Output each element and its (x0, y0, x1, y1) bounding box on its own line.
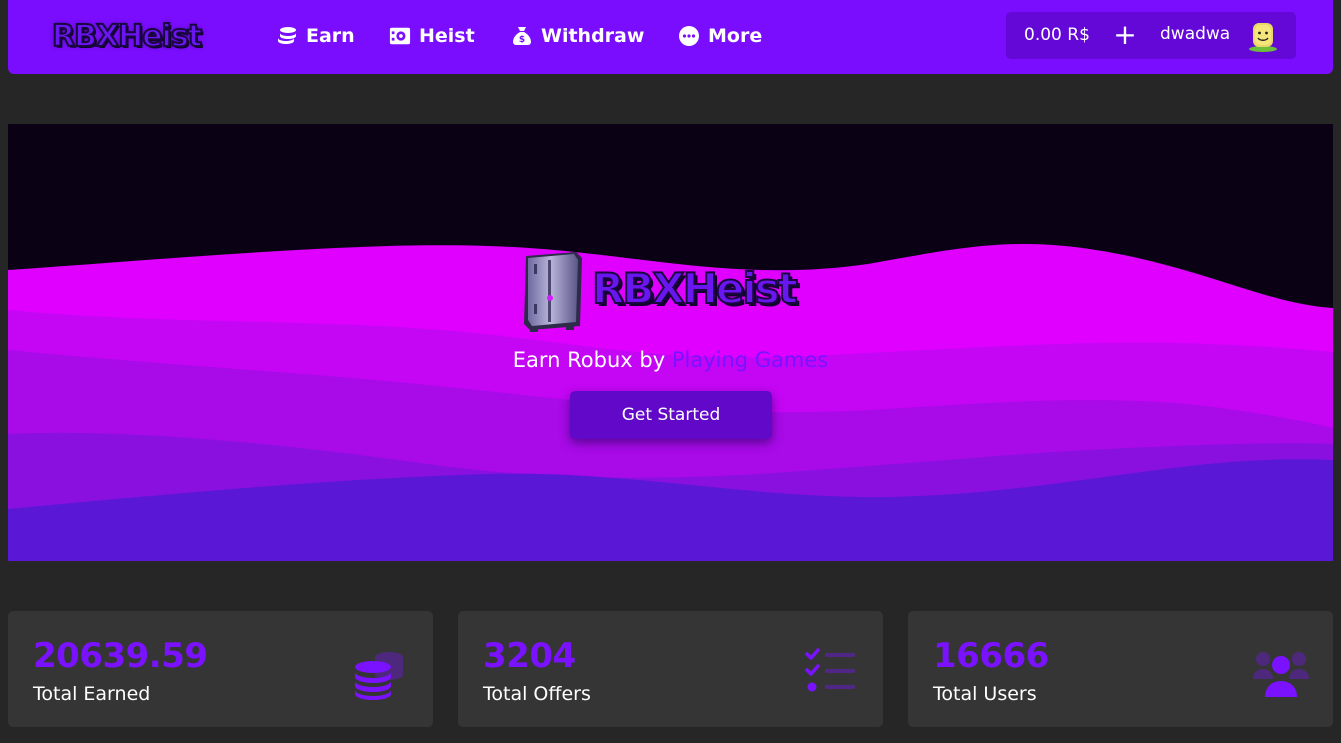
add-funds-button[interactable]: + (1112, 21, 1138, 49)
money-bag-icon: $ (511, 25, 533, 47)
stat-label: Total Users (933, 683, 1037, 705)
stat-card-total-earned: 20639.59 Total Earned (8, 611, 433, 727)
avatar-icon[interactable] (1247, 20, 1279, 52)
hero-tagline: Earn Robux by Playing Games (8, 348, 1333, 372)
stat-value: 3204 (483, 636, 576, 676)
get-started-button[interactable]: Get Started (570, 391, 772, 439)
brand-logo[interactable]: RBXHeist (51, 14, 238, 58)
hero-waves (8, 243, 1333, 561)
stat-label: Total Offers (483, 683, 591, 705)
robux-balance: 0.00 R$ (1024, 25, 1090, 45)
coins-stack-icon (355, 652, 403, 700)
nav-heist-label: Heist (419, 25, 475, 47)
stat-value: 20639.59 (33, 636, 208, 676)
nav-withdraw[interactable]: $ Withdraw (511, 22, 644, 50)
hero-logo-text: RBXHeist (591, 263, 799, 314)
top-navbar: RBXHeist Earn Heist $ Withdraw More 0.00… (8, 0, 1333, 74)
stat-value: 16666 (933, 636, 1049, 676)
stat-card-total-users: 16666 Total Users (908, 611, 1333, 727)
nav-earn-label: Earn (306, 25, 355, 47)
user-panel: 0.00 R$ + dwadwa (1006, 12, 1296, 59)
vault-icon (389, 25, 411, 47)
nav-more[interactable]: More (678, 22, 762, 50)
tagline-highlight: Playing Games (671, 348, 829, 372)
coins-icon (276, 25, 298, 47)
nav-earn[interactable]: Earn (276, 22, 355, 50)
users-icon (1253, 652, 1309, 697)
hero-logo: RBXHeist (518, 250, 848, 334)
nav-heist[interactable]: Heist (389, 22, 475, 50)
nav-more-label: More (708, 25, 763, 47)
vault-icon (524, 252, 582, 332)
username[interactable]: dwadwa (1160, 24, 1230, 44)
checklist-icon (805, 648, 855, 692)
stat-label: Total Earned (33, 683, 151, 705)
tagline-prefix: Earn Robux by (512, 348, 672, 372)
hero-banner: RBXHeist Earn Robux by Playing Games Get… (8, 124, 1333, 561)
ellipsis-circle-icon (678, 25, 700, 47)
stat-card-total-offers: 3204 Total Offers (458, 611, 883, 727)
svg-text:$: $ (519, 35, 525, 45)
brand-logo-text: RBXHeist (51, 18, 203, 55)
nav-withdraw-label: Withdraw (541, 25, 645, 47)
